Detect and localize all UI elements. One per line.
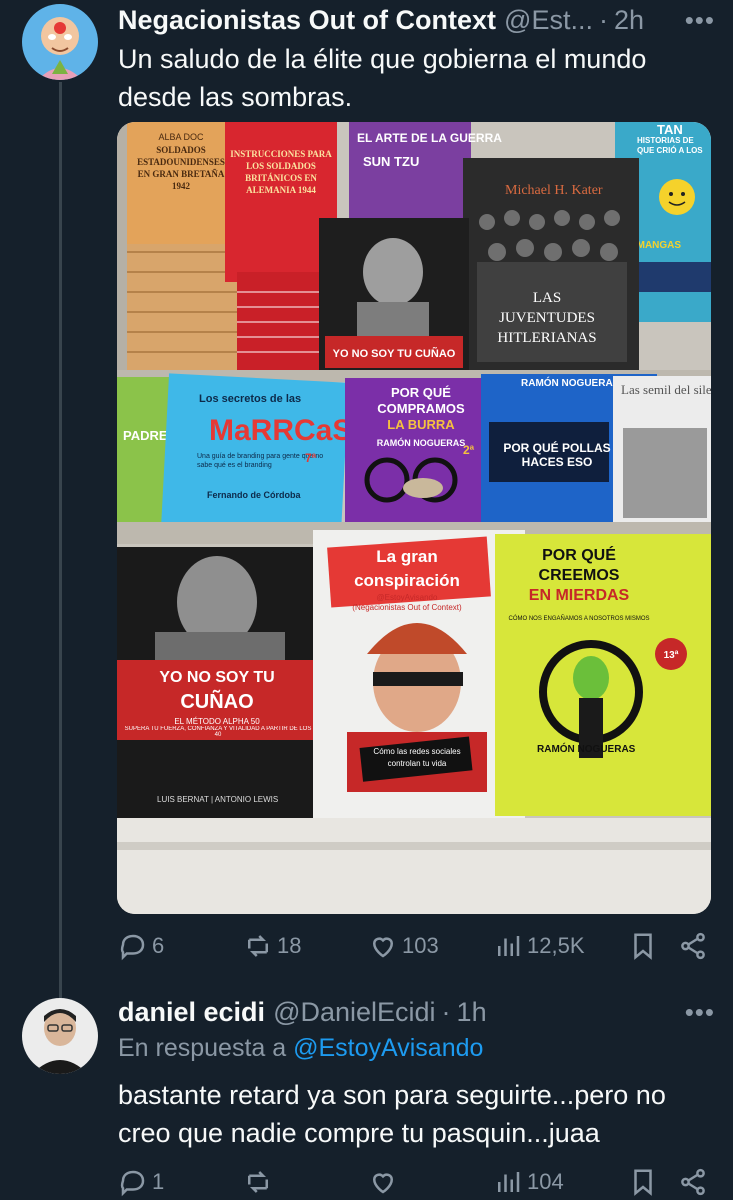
book-cover-text: CREEMOS	[539, 567, 620, 584]
bookmark-button[interactable]	[628, 1167, 678, 1197]
reply-to-prefix: En respuesta a	[118, 1034, 287, 1062]
tweet-thread: Negacionistas Out of Context @Est... · 2…	[0, 0, 733, 1200]
book-cover-text: COMPRAMOS	[377, 401, 465, 416]
book-cover-text: EL MÉTODO ALPHA 50	[174, 717, 260, 726]
views-count: 12,5K	[527, 933, 585, 958]
book-cover-text: MaRRCaS	[209, 414, 352, 447]
retweet-icon	[248, 935, 268, 957]
reply-header: daniel ecidi @DanielEcidi · 1h •••	[118, 994, 715, 1030]
tweet-media-photo[interactable]: ALBA DOC SOLDADOS ESTADOUNIDENSES EN GRA…	[117, 122, 711, 914]
views-button[interactable]: 12,5K	[493, 931, 628, 961]
author-avatar[interactable]	[22, 4, 98, 80]
like-button[interactable]: 103	[368, 931, 493, 961]
like-count: 103	[402, 933, 439, 958]
author-handle[interactable]: @Est...	[504, 5, 593, 36]
book-cover-text: POR QUÉ	[542, 545, 616, 564]
share-button[interactable]	[678, 1167, 708, 1197]
reply-count: 6	[152, 933, 165, 958]
retweet-count: 18	[277, 933, 302, 958]
book-cover-text: (Negacionistas Out of Context)	[352, 603, 462, 612]
book-cover-text: YO NO SOY TU CUÑAO	[333, 347, 456, 360]
book-cover-text: SOLDADOS ESTADOUNIDENSES EN GRAN BRETAÑA…	[137, 145, 225, 191]
tweet-header: Negacionistas Out of Context @Est... · 2…	[118, 2, 715, 38]
separator-dot: ·	[441, 996, 451, 1027]
reply-author-handle[interactable]: @DanielEcidi	[273, 997, 435, 1028]
book-cover-text: HACES ESO	[522, 455, 593, 469]
book-cover-text: 13ª	[664, 650, 679, 661]
views-icon	[498, 936, 520, 956]
book-cover-text: EL ARTE DE LA GUERRA	[357, 131, 502, 145]
book-cover-text: CÓMO NOS ENGAÑAMOS A NOSOTROS MISMOS	[508, 615, 649, 622]
tweet-time[interactable]: 2h	[614, 5, 644, 36]
reply-button[interactable]: 1	[118, 1167, 243, 1197]
book-cover-text: controlan tu vida	[388, 759, 447, 768]
book-cover-text: La gran	[376, 547, 437, 566]
replying-to: En respuesta a @EstoyAvisando	[118, 1034, 483, 1063]
reply-icon	[120, 934, 145, 961]
book-cover-text: RAMÓN NOGUERAS	[537, 742, 636, 755]
bookmark-icon	[634, 1169, 652, 1196]
book-cover-text: JUVENTUDES	[499, 310, 595, 326]
svg-text:ALBA DOC: ALBA DOC	[158, 132, 204, 142]
book-cover-text: SUPERA TU FUERZA, CONFIANZA Y VITALIDAD …	[124, 726, 312, 738]
book-cover-text: RAMÓN NOGUERAS	[521, 376, 620, 389]
book-cover-text: Michael H. Kater	[505, 183, 603, 198]
book-cover-text: Los secretos de las	[199, 393, 301, 405]
book-cover-text: RAMÓN NOGUERAS	[377, 437, 466, 448]
views-button[interactable]: 104	[493, 1167, 628, 1197]
book-cover-text: EN MIERDAS	[529, 587, 630, 604]
tweet-text: Un saludo de la élite que gobierna el mu…	[118, 44, 647, 112]
reply-button[interactable]: 6	[118, 931, 243, 961]
more-icon[interactable]: •••	[675, 997, 715, 1028]
reply-author-name[interactable]: daniel ecidi	[118, 997, 265, 1028]
book-cover-text: CUÑAO	[180, 690, 253, 713]
book-cover-text: Fernando de Córdoba	[207, 490, 301, 500]
author-name[interactable]: Negacionistas Out of Context	[118, 5, 496, 36]
book-cover-text: LA BURRA	[387, 417, 455, 432]
book-cover-text: HISTORIAS DE QUE CRIÓ A LOS	[637, 136, 703, 155]
more-icon[interactable]: •••	[675, 5, 715, 36]
separator-dot: ·	[598, 4, 608, 35]
heart-icon	[372, 937, 394, 958]
heart-icon	[372, 1173, 394, 1194]
book-cover-text: POR QUÉ POLLAS	[503, 440, 610, 455]
book-cover-text: LAS	[533, 290, 561, 306]
tweet-action-bar: 6 18 103 12,5K	[118, 928, 709, 964]
book-cover-text: Cómo las redes sociales	[373, 747, 460, 756]
book-cover-text: TAN	[657, 122, 683, 137]
views-icon	[498, 1172, 520, 1192]
share-button[interactable]	[678, 931, 708, 961]
reply-time[interactable]: 1h	[457, 997, 487, 1028]
reply-author-avatar[interactable]	[22, 998, 98, 1074]
book-cover-text: HITLERIANAS	[497, 330, 596, 346]
reply-count: 1	[152, 1169, 165, 1194]
thread-connector-line	[59, 82, 62, 1022]
retweet-button[interactable]	[243, 1167, 368, 1197]
book-cover-text: conspiración	[354, 571, 460, 590]
retweet-icon	[248, 1171, 268, 1193]
book-cover-text: 7ª	[305, 451, 317, 465]
reply-action-bar: 1 104	[118, 1164, 709, 1200]
reply-text: bastante retard ya son para seguirte...p…	[118, 1080, 666, 1148]
retweet-button[interactable]: 18	[243, 931, 368, 961]
book-cover-text: YO NO SOY TU	[159, 669, 274, 686]
share-icon	[681, 932, 705, 960]
book-cover-text: SUN TZU	[363, 154, 419, 169]
views-count: 104	[527, 1169, 564, 1194]
book-cover-text: @EstoyAvisando	[377, 593, 438, 602]
bookmark-icon	[634, 933, 652, 960]
book-cover-text: Las semil del silen	[621, 382, 711, 397]
bookmark-button[interactable]	[628, 931, 678, 961]
book-cover-text: LUIS BERNAT | ANTONIO LEWIS	[157, 795, 278, 804]
like-button[interactable]	[368, 1167, 493, 1197]
reply-to-mention[interactable]: @EstoyAvisando	[293, 1034, 483, 1062]
reply-icon	[120, 1170, 145, 1197]
book-cover-text: POR QUÉ	[391, 385, 451, 400]
book-cover-text: INSTRUCCIONES PARA LOS SOLDADOS BRITÁNIC…	[230, 149, 332, 195]
book-cover-text: 2ª	[463, 443, 475, 457]
share-icon	[681, 1168, 705, 1196]
